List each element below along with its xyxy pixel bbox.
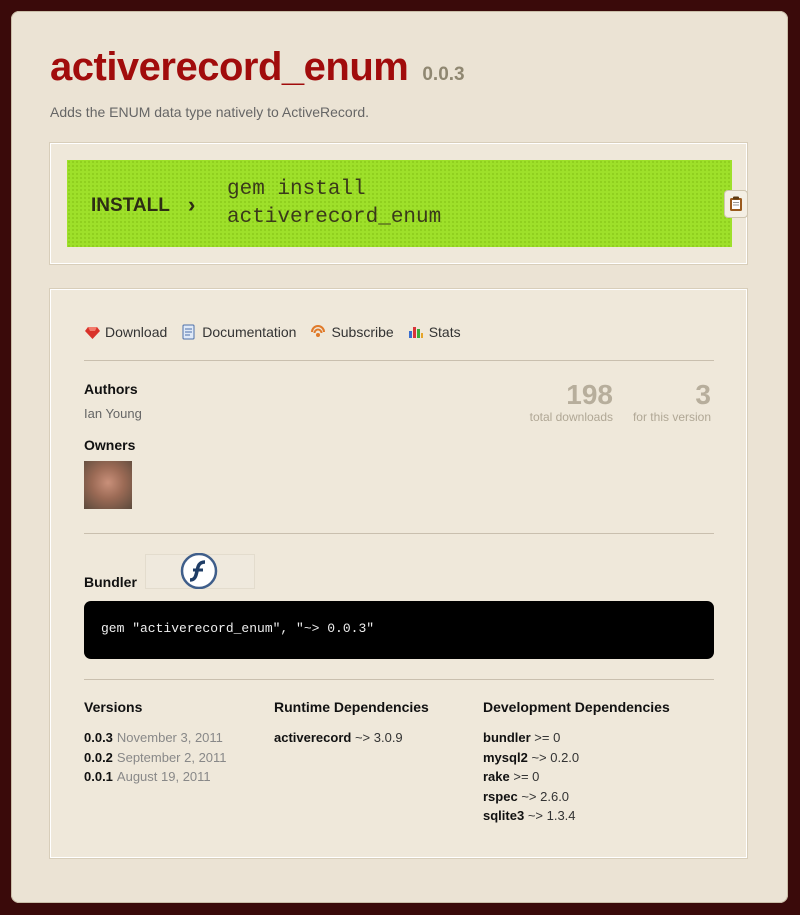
rss-icon: [310, 324, 326, 340]
total-downloads-stat: 198 total downloads: [501, 379, 613, 425]
dependency-requirement: ~> 2.6.0: [521, 788, 570, 804]
version-downloads-caption: for this version: [632, 410, 711, 424]
clipboard-icon: [730, 196, 742, 211]
dependency-requirement: ~> 3.0.9: [354, 730, 403, 745]
document-icon: [181, 324, 197, 340]
install-command[interactable]: gem install activerecord_enum: [227, 176, 527, 232]
versions-heading: Versions: [84, 699, 143, 715]
dependency-name: sqlite3: [483, 808, 525, 824]
copy-button[interactable]: [724, 190, 748, 218]
bundler-code: gem "activerecord_enum", "~> 0.0.3": [101, 621, 375, 636]
total-downloads-caption: total downloads: [529, 410, 613, 424]
dependency-name: mysql2: [483, 749, 528, 765]
dependency-name: rspec: [483, 788, 518, 804]
list-item[interactable]: activerecord ~> 3.0.9: [274, 730, 403, 750]
development-dependencies-list: bundler >= 0 mysql2 ~> 0.2.0 rake >= 0 r…: [483, 730, 579, 828]
version-number: 0.0.1: [84, 769, 113, 785]
gem-version: 0.0.3: [422, 64, 465, 85]
version-number: 0.0.3: [84, 730, 113, 745]
version-downloads-stat: 3 for this version: [616, 379, 711, 425]
gem-icon: [84, 324, 100, 340]
gem-details-box: Download Documentation Subscribe Stats A…: [50, 289, 747, 858]
flash-plugin[interactable]: [145, 553, 255, 589]
flash-icon: [180, 553, 218, 589]
dependency-requirement: >= 0: [513, 769, 540, 785]
list-item[interactable]: 0.0.3 November 3, 2011: [84, 730, 227, 750]
download-label: Download: [105, 324, 168, 340]
bar-chart-icon: [408, 324, 424, 340]
avatar[interactable]: [84, 461, 132, 509]
divider: [84, 360, 714, 361]
install-strip: INSTALL › gem install activerecord_enum: [67, 160, 732, 247]
chevron-right-icon: ›: [188, 192, 196, 217]
version-number: 0.0.2: [84, 749, 113, 765]
title-row: activerecord_enum 0.0.3: [50, 45, 465, 90]
install-command-line-2: activerecord_enum: [227, 206, 442, 229]
stats-link[interactable]: Stats: [408, 324, 461, 340]
stats-label: Stats: [428, 324, 461, 340]
version-date: August 19, 2011: [116, 769, 211, 785]
dependency-requirement: ~> 1.3.4: [527, 808, 576, 824]
list-item[interactable]: sqlite3 ~> 1.3.4: [483, 808, 579, 828]
divider: [84, 679, 714, 680]
version-date: November 3, 2011: [116, 730, 223, 745]
subscribe-label: Subscribe: [331, 324, 394, 340]
subscribe-link[interactable]: Subscribe: [310, 324, 394, 340]
total-downloads-count: 198: [566, 379, 613, 410]
runtime-dependencies-list: activerecord ~> 3.0.9: [274, 730, 403, 750]
bundler-heading: Bundler: [84, 574, 137, 590]
documentation-link[interactable]: Documentation: [181, 324, 296, 340]
owners-heading: Owners: [84, 437, 136, 453]
author-name[interactable]: Ian Young: [84, 406, 142, 421]
versions-list: 0.0.3 November 3, 2011 0.0.2 September 2, …: [84, 730, 227, 789]
list-item[interactable]: 0.0.2 September 2, 2011: [84, 750, 227, 770]
install-box: INSTALL › gem install activerecord_enum: [50, 143, 748, 264]
bundler-code-block[interactable]: gem "activerecord_enum", "~> 0.0.3": [84, 601, 714, 659]
authors-heading: Authors: [84, 381, 138, 397]
list-item[interactable]: 0.0.1 August 19, 2011: [84, 769, 227, 789]
gem-links: Download Documentation Subscribe Stats: [84, 324, 475, 340]
list-item[interactable]: mysql2 ~> 0.2.0: [483, 750, 579, 770]
download-link[interactable]: Download: [84, 324, 167, 340]
dependency-name: rake: [483, 769, 510, 785]
list-item[interactable]: rspec ~> 2.6.0: [483, 789, 579, 809]
version-downloads-count: 3: [695, 379, 711, 410]
install-label: INSTALL: [91, 195, 170, 216]
runtime-dependencies-heading: Runtime Dependencies: [274, 699, 429, 715]
page-frame: activerecord_enum 0.0.3 Adds the ENUM da…: [11, 11, 788, 903]
development-dependencies-heading: Development Dependencies: [483, 699, 670, 715]
documentation-label: Documentation: [202, 324, 297, 340]
list-item[interactable]: rake >= 0: [483, 769, 579, 789]
dependency-name: activerecord: [274, 730, 352, 745]
gem-description: Adds the ENUM data type natively to Acti…: [50, 104, 370, 120]
gem-title: activerecord_enum: [50, 45, 409, 89]
dependency-name: bundler: [483, 730, 531, 745]
dependency-requirement: ~> 0.2.0: [531, 749, 580, 765]
version-date: September 2, 2011: [116, 749, 227, 765]
install-command-line-1: gem install: [227, 178, 366, 201]
dependency-requirement: >= 0: [534, 730, 561, 745]
divider: [84, 533, 714, 534]
list-item[interactable]: bundler >= 0: [483, 730, 579, 750]
